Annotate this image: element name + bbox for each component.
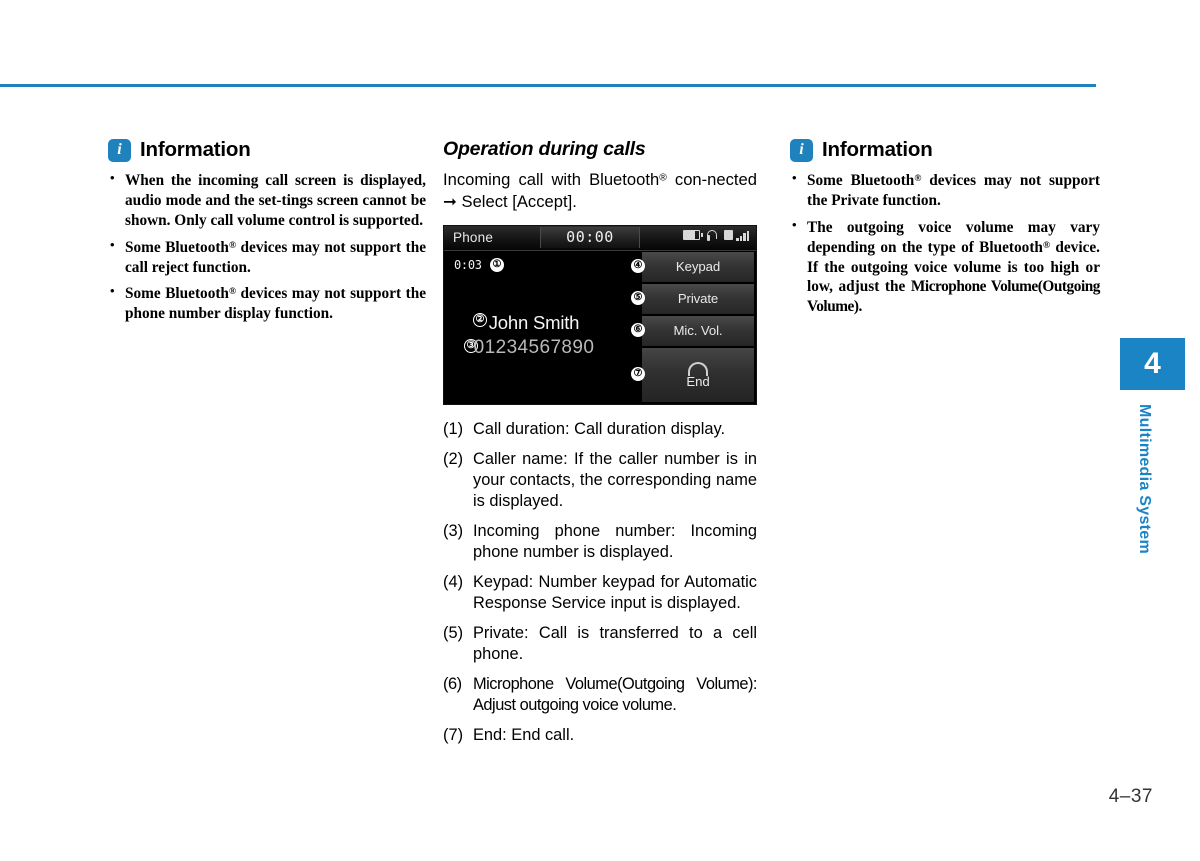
info-icon: i <box>790 138 813 162</box>
legend-number: (7) <box>443 725 464 744</box>
list-item: (1) Call duration: Call duration display… <box>443 419 757 440</box>
chapter-tab: 4 <box>1120 338 1185 390</box>
call-duration-value: 0:03 <box>454 257 482 272</box>
list-item: The outgoing voice volume may vary depen… <box>790 217 1100 317</box>
callout-6: ⑥ <box>631 322 645 337</box>
chapter-label: Multimedia System <box>1136 404 1153 555</box>
mic-volume-button[interactable]: Mic. Vol. <box>642 315 754 346</box>
information-title: Information <box>140 138 251 161</box>
keypad-button[interactable]: Keypad <box>642 251 754 282</box>
legend-text: Microphone Volume(Outgoing Volume): Adju… <box>473 674 758 714</box>
legend-number: (1) <box>443 419 464 438</box>
legend-text: Private: Call is transferred to a cell p… <box>473 623 757 663</box>
list-item: (4) Keypad: Number keypad for Automatic … <box>443 572 757 614</box>
caller-number-value: 01234567890 <box>473 336 595 358</box>
legend-text: End: End call. <box>473 725 575 744</box>
legend-number: (3) <box>443 521 464 540</box>
information-bullet-list-right: Some Bluetooth® devices may not support … <box>790 170 1100 317</box>
middle-column: Operation during calls Incoming call wit… <box>443 138 758 746</box>
legend-text: Call duration: Call duration display. <box>473 419 726 438</box>
sim-icon <box>724 230 734 241</box>
information-bullet-list-left: When the incoming call screen is display… <box>108 170 426 324</box>
screenshot-status-icons <box>683 229 749 241</box>
screenshot-clock: 00:00 <box>566 228 614 247</box>
list-item: When the incoming call screen is display… <box>108 170 426 231</box>
battery-icon <box>683 230 703 241</box>
legend-number: (4) <box>443 572 464 591</box>
legend-number: (2) <box>443 449 464 468</box>
left-column: i Information When the incoming call scr… <box>108 138 426 324</box>
call-action-panel: Keypad Private Mic. Vol. End <box>642 251 754 402</box>
screenshot-body: 0:03 ① ② John Smith ③ 01234567890 Keypad… <box>444 250 756 404</box>
headset-icon <box>706 229 718 241</box>
list-item: (2) Caller name: If the caller number is… <box>443 449 757 512</box>
callout-4: ④ <box>631 258 645 273</box>
information-header-right: i Information <box>790 138 1100 162</box>
chapter-number: 4 <box>1144 347 1161 380</box>
screenshot-title-bar: Phone 00:00 <box>444 225 756 251</box>
legend-list: (1) Call duration: Call duration display… <box>443 419 758 746</box>
hangup-icon <box>686 361 710 376</box>
private-button[interactable]: Private <box>642 283 754 314</box>
section-intro-paragraph: Incoming call with Bluetooth® con-nected… <box>443 170 757 211</box>
list-item: (5) Private: Call is transferred to a ce… <box>443 623 757 665</box>
list-item: Some Bluetooth® devices may not support … <box>108 283 426 324</box>
list-item: (6) Microphone Volume(Outgoing Volume): … <box>443 674 758 716</box>
section-heading: Operation during calls <box>443 138 646 160</box>
list-item: Some Bluetooth® devices may not support … <box>108 237 426 278</box>
list-item: (3) Incoming phone number: Incoming phon… <box>443 521 757 563</box>
caller-name-value: John Smith <box>488 311 580 333</box>
right-column: i Information Some Bluetooth® devices ma… <box>790 138 1100 317</box>
legend-number: (6) <box>443 674 462 693</box>
legend-text: Caller name: If the caller number is in … <box>473 449 757 510</box>
callout-5: ⑤ <box>631 290 645 305</box>
legend-text: Keypad: Number keypad for Automatic Resp… <box>473 572 757 612</box>
callout-1: ① <box>490 257 504 272</box>
list-item: Some Bluetooth® devices may not support … <box>790 170 1100 211</box>
screenshot-clock-area: 00:00 <box>540 226 640 248</box>
legend-text: Incoming phone number: Incoming phone nu… <box>473 521 757 561</box>
screenshot-title: Phone <box>453 230 494 246</box>
page-number: 4–37 <box>1108 786 1153 807</box>
end-call-button[interactable]: End <box>642 347 754 402</box>
end-call-label: End <box>686 373 710 389</box>
legend-number: (5) <box>443 623 464 642</box>
callout-7: ⑦ <box>631 366 645 381</box>
info-icon: i <box>108 138 131 162</box>
information-title: Information <box>822 138 933 161</box>
signal-icon <box>736 230 749 241</box>
header-rule <box>0 84 1096 87</box>
information-header-left: i Information <box>108 138 426 162</box>
list-item: (7) End: End call. <box>443 725 757 746</box>
phone-call-screenshot: Phone 00:00 0:03 ① ② John Smith ③ 012345… <box>443 224 757 405</box>
